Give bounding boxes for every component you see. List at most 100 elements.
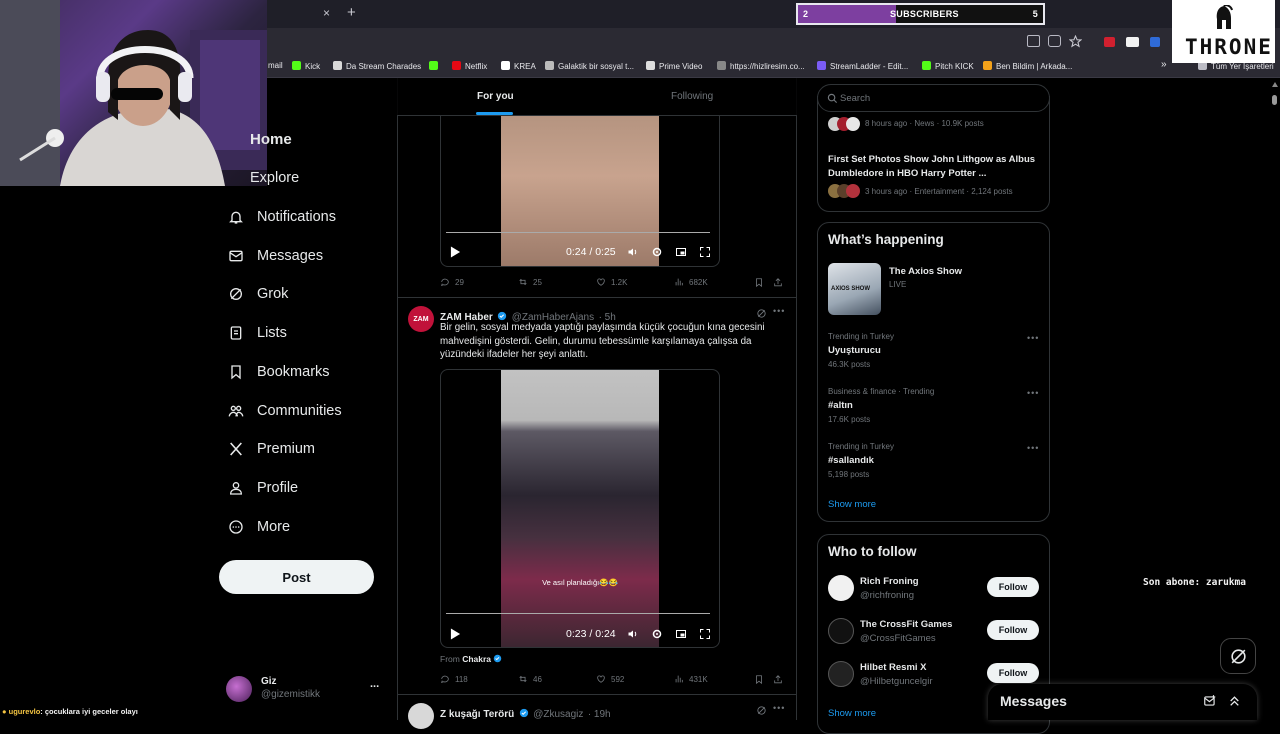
sidebar-item-premium[interactable]: Premium [228,437,315,461]
bookmark-item[interactable]: Prime Video [646,61,702,71]
follow-name[interactable]: The CrossFit Games [860,619,952,630]
tweet-author-handle[interactable]: @Zkusagiz [533,709,583,720]
bookmark-item[interactable]: StreamLadder - Edit... [817,61,908,71]
sidebar-item-profile[interactable]: Profile [228,476,298,500]
new-message-icon[interactable] [1203,694,1217,708]
tab-close-icon[interactable]: × [323,6,330,20]
tab-for-you[interactable]: For you [477,91,514,102]
translate-icon[interactable] [1048,35,1061,47]
account-more-icon[interactable]: ... [370,678,379,690]
follow-handle[interactable]: @richfroning [860,590,914,601]
sidebar-item-communities[interactable]: Communities [228,399,342,423]
bookmark-item[interactable]: Pitch KICK [922,61,974,71]
follow-button[interactable]: Follow [987,663,1039,683]
sidebar-item-grok[interactable]: Grok [228,282,288,306]
grok-floating-button[interactable] [1220,638,1256,674]
messages-drawer[interactable]: Messages [988,684,1257,720]
bookmark-item[interactable]: https://hizliresim.co... [717,61,805,71]
play-icon[interactable] [450,628,461,640]
sidebar-item-explore[interactable]: Explore [250,166,299,190]
repost-button[interactable]: 25 [518,277,542,287]
trend-name[interactable]: #sallandık [828,455,874,466]
repost-button[interactable]: 46 [518,674,542,684]
volume-icon[interactable] [627,628,639,640]
show-more-link[interactable]: Show more [828,499,876,510]
sidebar-item-home[interactable]: Home [250,127,292,151]
from-source[interactable]: Chakra [462,654,491,664]
views-button[interactable]: 431K [674,674,708,684]
tweet-more-icon[interactable]: ••• [773,306,785,316]
fullscreen-icon[interactable] [699,628,711,640]
avatar[interactable]: ZAM [408,306,434,332]
news-title[interactable]: First Set Photos Show John Lithgow as Al… [828,153,1038,180]
news-meta[interactable]: 8 hours ago · News · 10.9K posts [865,119,984,128]
sidebar-item-bookmarks[interactable]: Bookmarks [228,360,330,384]
bookmark-item[interactable]: KREA [501,61,536,71]
bookmark-item[interactable]: Kick [292,61,320,71]
avatar[interactable] [828,618,854,644]
sidebar-item-lists[interactable]: Lists [228,321,287,345]
install-app-icon[interactable] [1027,35,1040,47]
new-tab-button[interactable]: + [347,4,356,21]
avatar[interactable] [828,575,854,601]
scrollbar-thumb[interactable] [1272,95,1277,105]
tweet-time[interactable]: · 19h [588,709,611,720]
account-switcher[interactable]: Giz @gizemistikk ... [226,674,386,704]
avatar[interactable] [408,703,434,729]
bookmark-item[interactable] [429,61,442,71]
tweet-video[interactable]: 0:24 / 0:25 [440,116,720,267]
trend-name[interactable]: Uyuşturucu [828,345,881,356]
like-button[interactable]: 1.2K [596,277,627,287]
grok-analyze-icon[interactable] [756,308,767,319]
bookmark-item[interactable]: Galaktik bir sosyal t... [545,61,634,71]
follow-button[interactable]: Follow [987,620,1039,640]
share-icon[interactable] [773,277,783,288]
reply-button[interactable]: 118 [440,674,468,684]
tweet-author-name[interactable]: Z kuşağı Terörü [440,709,514,720]
follow-name[interactable]: Hilbet Resmi X [860,662,927,673]
tweet-more-icon[interactable]: ••• [773,703,785,713]
more-bookmarks-icon[interactable]: » [1161,59,1167,70]
live-show-thumbnail[interactable]: AXIOS SHOW [828,263,881,315]
extension-icon[interactable] [1150,37,1160,47]
follow-name[interactable]: Rich Froning [860,576,919,587]
trend-more-icon[interactable]: ••• [1027,443,1039,453]
like-button[interactable]: 592 [596,674,624,684]
extension-icon[interactable] [1126,37,1139,47]
fullscreen-icon[interactable] [699,246,711,258]
share-icon[interactable] [773,674,783,685]
avatar[interactable] [828,661,854,687]
trend-more-icon[interactable]: ••• [1027,333,1039,343]
bookmark-item[interactable]: mail [268,61,283,70]
views-button[interactable]: 682K [674,277,708,287]
sidebar-item-more[interactable]: More [228,515,290,539]
tab-following[interactable]: Following [671,91,713,102]
video-progress[interactable] [446,613,710,614]
live-show-title[interactable]: The Axios Show [889,266,962,277]
picture-in-picture-icon[interactable] [675,628,687,640]
follow-handle[interactable]: @CrossFitGames [860,633,936,644]
bookmark-icon[interactable] [754,277,764,288]
scrollbar[interactable] [1270,82,1278,720]
follow-handle[interactable]: @Hilbetguncelgir [860,676,932,687]
volume-icon[interactable] [627,246,639,258]
trend-name[interactable]: #altın [828,400,853,411]
reply-button[interactable]: 29 [440,277,464,287]
play-icon[interactable] [450,246,461,258]
scroll-up-icon[interactable] [1272,82,1278,87]
news-meta[interactable]: 3 hours ago · Entertainment · 2,124 post… [865,187,1013,196]
bookmark-item[interactable]: Netflix [452,61,487,71]
grok-analyze-icon[interactable] [756,705,767,716]
sidebar-item-messages[interactable]: Messages [228,244,323,268]
trend-more-icon[interactable]: ••• [1027,388,1039,398]
follow-button[interactable]: Follow [987,577,1039,597]
settings-gear-icon[interactable] [651,246,663,258]
settings-gear-icon[interactable] [651,628,663,640]
picture-in-picture-icon[interactable] [675,246,687,258]
bookmark-icon[interactable] [754,674,764,685]
show-more-link[interactable]: Show more [828,708,876,719]
sidebar-item-notifications[interactable]: Notifications [228,205,336,229]
extension-icon[interactable] [1104,37,1115,47]
star-icon[interactable] [1069,35,1082,48]
bookmark-item[interactable]: Da Stream Charades [333,61,421,71]
